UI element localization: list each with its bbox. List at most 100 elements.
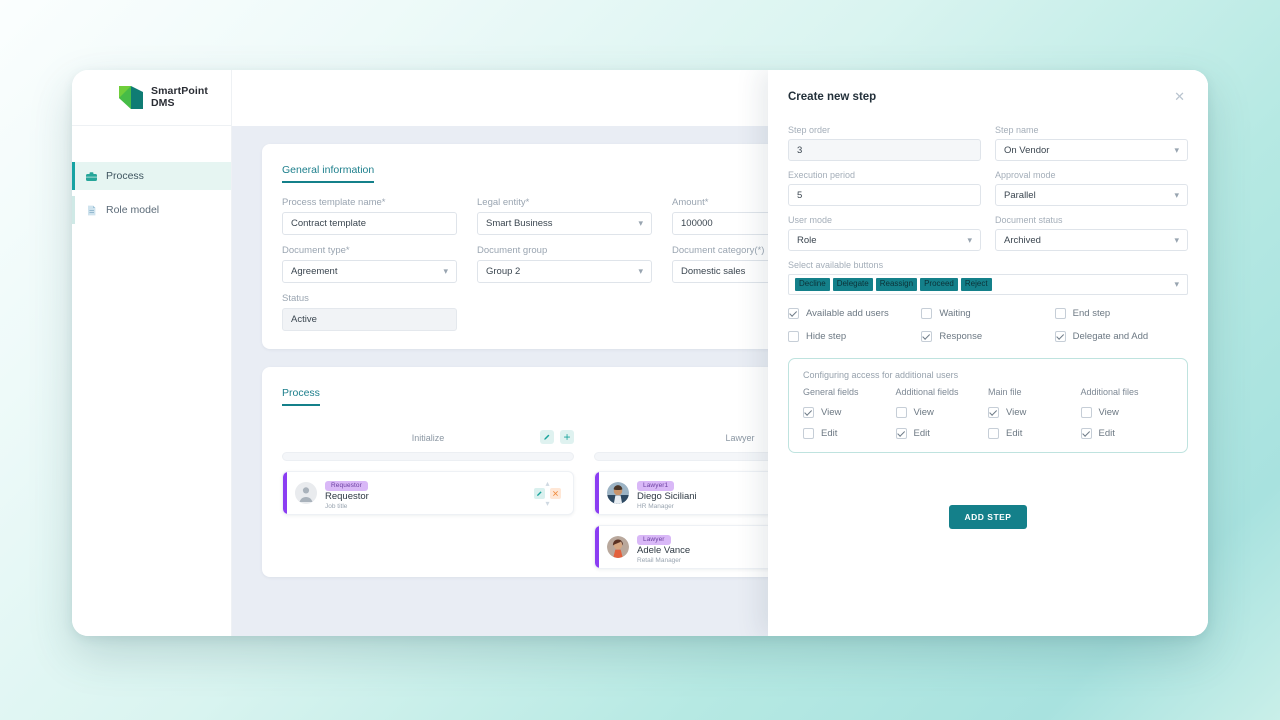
checkbox-box[interactable] (921, 331, 933, 342)
field-label: Process template name* (282, 197, 386, 208)
checkbox-main-file-view[interactable]: View (988, 407, 1081, 418)
avatar (295, 482, 317, 504)
checkbox-box[interactable] (788, 308, 799, 319)
tab-general-information[interactable]: General information (282, 164, 375, 183)
field-label: Execution period (788, 170, 856, 180)
document-status-select[interactable]: Archived ▾ (995, 229, 1188, 251)
checkbox-label: Waiting (939, 308, 971, 319)
chevron-down-icon: ▾ (443, 266, 448, 276)
add-step-button[interactable]: ADD STEP (948, 505, 1028, 529)
sidebar-item-process[interactable]: Process (72, 162, 231, 190)
checkbox-box[interactable] (921, 308, 933, 319)
process-card-requestor[interactable]: Requestor Requestor Job title ▴ ▾ (282, 471, 574, 515)
checkbox-box[interactable] (803, 407, 814, 418)
checkbox-label: Edit (913, 428, 930, 439)
field-value: Archived (1004, 234, 1041, 246)
button-chip[interactable]: Reassign (875, 278, 918, 291)
field-label: Status (282, 293, 309, 304)
checkbox-hide-step[interactable]: Hide step (788, 331, 921, 342)
checkbox-available-add-users[interactable]: Available add users (788, 308, 921, 319)
main-area: General information Process template nam… (232, 70, 1208, 636)
checkbox-box[interactable] (1054, 331, 1066, 342)
chevron-up-icon[interactable]: ▴ (545, 479, 549, 487)
checkbox-additional-fields-edit[interactable]: Edit (895, 428, 989, 439)
sidebar-item-label: Role model (106, 204, 160, 216)
button-chip[interactable]: Decline (795, 278, 830, 291)
card-delete-button[interactable] (550, 487, 561, 499)
approval-mode-select[interactable]: Parallel ▾ (995, 184, 1188, 206)
close-icon (553, 490, 558, 496)
checkbox-label: Delegate and Add (1072, 331, 1149, 342)
field-value: 3 (797, 144, 803, 156)
chevron-down-icon[interactable]: ▾ (545, 499, 549, 507)
card-edit-button[interactable] (534, 487, 545, 499)
user-mode-select[interactable]: Role ▾ (788, 229, 981, 251)
photo-avatar-adele-icon (607, 536, 629, 558)
checkbox-label: Edit (1098, 428, 1115, 439)
checkbox-box[interactable] (895, 407, 907, 418)
column-actions (540, 430, 574, 444)
close-icon[interactable]: ✕ (1171, 88, 1188, 105)
checkbox-additional-fields-view[interactable]: View (895, 407, 989, 418)
app-window: SmartPoint DMS Process Role model Genera… (72, 70, 1208, 636)
sidebar-item-role-model[interactable]: Role model (72, 196, 231, 224)
button-chip[interactable]: Proceed (920, 278, 958, 291)
field-value: Active (291, 314, 317, 325)
legal-entity-select[interactable]: Smart Business ▾ (477, 212, 652, 235)
document-group-select[interactable]: Group 2 ▾ (477, 260, 652, 283)
column-edit-button[interactable] (540, 430, 554, 444)
checkbox-response[interactable]: Response (921, 331, 1054, 342)
available-buttons-multiselect[interactable]: Decline Delegate Reassign Proceed Reject… (788, 274, 1188, 295)
card-subtitle: Job title (325, 503, 348, 511)
field-value: On Vendor (1004, 144, 1050, 156)
button-chip[interactable]: Reject (960, 278, 992, 291)
pencil-icon (537, 490, 542, 496)
briefcase-icon (85, 170, 98, 183)
checkbox-box[interactable] (988, 428, 999, 439)
execution-period-input[interactable]: 5 (788, 184, 981, 206)
document-type-select[interactable]: Agreement ▾ (282, 260, 457, 283)
checkbox-box[interactable] (1080, 428, 1092, 439)
checkbox-box[interactable] (788, 331, 799, 342)
pencil-icon (544, 434, 550, 440)
access-headers-row: General fields Additional fields Main fi… (803, 387, 1173, 439)
chevron-down-icon: ▾ (638, 266, 643, 276)
smartpoint-logo-icon (118, 84, 144, 111)
checkbox-general-fields-edit[interactable]: Edit (803, 428, 896, 439)
drawer-footer: ADD STEP (788, 453, 1188, 636)
column-rail (282, 452, 574, 461)
step-name-select[interactable]: On Vendor ▾ (995, 139, 1188, 161)
checkbox-delegate-and-add[interactable]: Delegate and Add (1054, 331, 1188, 342)
checkbox-general-fields-view[interactable]: View (803, 407, 896, 418)
column-add-button[interactable] (560, 430, 574, 444)
checkbox-additional-files-edit[interactable]: Edit (1080, 428, 1174, 439)
field-label: Step order (788, 125, 831, 135)
field-document-status: Document status Archived ▾ (995, 215, 1188, 251)
checkbox-additional-files-view[interactable]: View (1080, 407, 1174, 418)
checkbox-waiting[interactable]: Waiting (921, 308, 1054, 319)
checkbox-box[interactable] (895, 428, 907, 439)
field-label: Step name (995, 125, 1039, 135)
chevron-down-icon: ▾ (1174, 279, 1179, 289)
checkbox-label: End step (1072, 308, 1111, 319)
field-label: Document type* (282, 245, 350, 256)
chevron-down-icon: ▾ (967, 234, 972, 245)
checkbox-label: View (1098, 407, 1119, 418)
role-badge: Lawyer1 (637, 480, 675, 491)
button-chip[interactable]: Delegate (832, 278, 873, 291)
checkbox-label: Response (939, 331, 983, 342)
checkbox-box[interactable] (1054, 308, 1066, 319)
tab-process[interactable]: Process (282, 387, 320, 406)
access-column-header: Additional files (1080, 387, 1139, 397)
create-step-drawer: Create new step ✕ Step order 3 Step name… (768, 70, 1208, 636)
chevron-down-icon: ▾ (638, 218, 643, 228)
process-template-name-input[interactable]: Contract template (282, 212, 457, 235)
checkbox-box[interactable] (803, 428, 814, 439)
step-order-input[interactable]: 3 (788, 139, 981, 161)
checkbox-main-file-edit[interactable]: Edit (988, 428, 1081, 439)
checkbox-box[interactable] (1080, 407, 1092, 418)
checkbox-end-step[interactable]: End step (1054, 308, 1188, 319)
checkbox-box[interactable] (988, 407, 999, 418)
field-value: Role (797, 234, 817, 246)
access-title: Configuring access for additional users (803, 370, 959, 380)
